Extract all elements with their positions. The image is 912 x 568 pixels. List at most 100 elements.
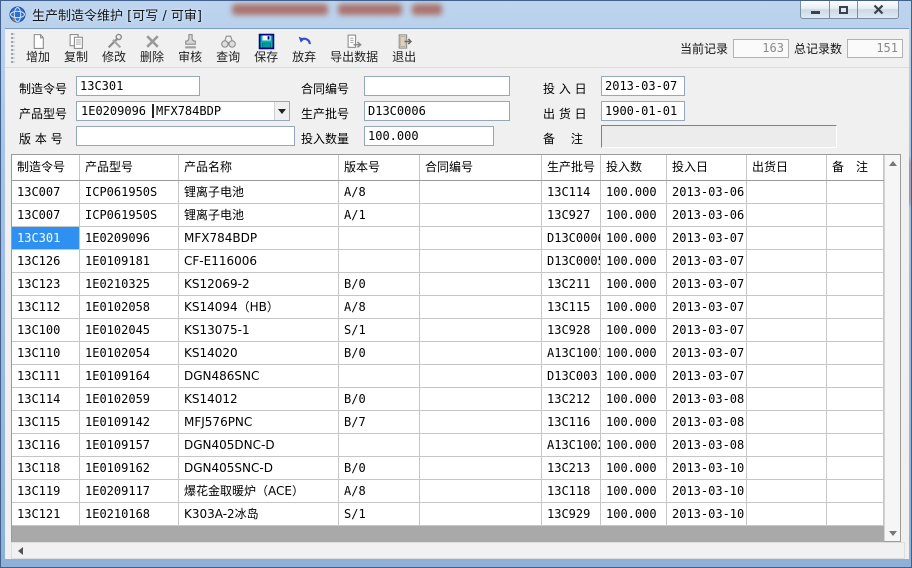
grid-cell[interactable] bbox=[420, 388, 542, 410]
grid-cell[interactable] bbox=[747, 296, 827, 318]
toolbar-grip[interactable] bbox=[11, 33, 15, 63]
grid-cell[interactable] bbox=[339, 227, 420, 249]
grid-cell[interactable] bbox=[827, 480, 884, 502]
grid-cell[interactable]: D13C0005 bbox=[542, 250, 601, 272]
grid-cell[interactable] bbox=[747, 204, 827, 226]
grid-cell[interactable] bbox=[339, 250, 420, 272]
grid-cell[interactable] bbox=[339, 434, 420, 456]
grid-cell[interactable]: A/8 bbox=[339, 181, 420, 203]
grid-cell[interactable]: 13C116 bbox=[12, 434, 80, 456]
grid-cell[interactable]: 13C114 bbox=[542, 181, 601, 203]
remark-input[interactable] bbox=[601, 125, 837, 148]
grid-cell[interactable]: 13C115 bbox=[12, 411, 80, 433]
grid-cell[interactable]: A13C1001 bbox=[542, 342, 601, 364]
grid-cell[interactable] bbox=[827, 503, 884, 525]
grid-cell[interactable] bbox=[420, 250, 542, 272]
grid-cell[interactable] bbox=[747, 365, 827, 387]
grid-cell[interactable]: S/1 bbox=[339, 319, 420, 341]
grid-cell[interactable] bbox=[747, 250, 827, 272]
grid-cell[interactable]: 13C100 bbox=[12, 319, 80, 341]
product-model-dropdown-arrow[interactable] bbox=[274, 102, 289, 120]
grid-cell[interactable]: 2013-03-06 bbox=[667, 181, 747, 203]
grid-cell[interactable]: 爆花金取暖炉（ACE） bbox=[179, 480, 339, 502]
grid-cell[interactable]: 2013-03-07 bbox=[667, 250, 747, 272]
grid-cell[interactable] bbox=[827, 388, 884, 410]
grid-cell[interactable]: 1E0109181 bbox=[80, 250, 179, 272]
grid-cell[interactable]: CF-E116006 bbox=[179, 250, 339, 272]
grid-cell[interactable]: 2013-03-08 bbox=[667, 434, 747, 456]
grid-cell[interactable]: A/8 bbox=[339, 296, 420, 318]
grid-cell[interactable] bbox=[420, 434, 542, 456]
scroll-up-button[interactable] bbox=[885, 155, 900, 171]
grid-cell[interactable]: 2013-03-07 bbox=[667, 273, 747, 295]
product-model-combo[interactable]: 1E0209096 MFX784BDP bbox=[76, 101, 290, 121]
grid-cell[interactable] bbox=[827, 411, 884, 433]
grid-cell[interactable]: KS13075-1 bbox=[179, 319, 339, 341]
grid-cell[interactable]: 100.000 bbox=[601, 480, 667, 502]
grid-cell[interactable] bbox=[827, 273, 884, 295]
qty-input[interactable] bbox=[364, 126, 494, 146]
save-button[interactable]: 保存 bbox=[247, 31, 285, 66]
grid-cell[interactable] bbox=[747, 480, 827, 502]
grid-cell[interactable] bbox=[747, 434, 827, 456]
grid-cell[interactable]: DGN405SNC-D bbox=[179, 457, 339, 479]
grid-cell[interactable]: ICP061950S bbox=[80, 181, 179, 203]
grid-cell[interactable]: 13C928 bbox=[542, 319, 601, 341]
grid-cell[interactable] bbox=[747, 457, 827, 479]
grid-cell[interactable]: 100.000 bbox=[601, 457, 667, 479]
grid-cell[interactable]: 2013-03-07 bbox=[667, 319, 747, 341]
grid-cell[interactable]: S/1 bbox=[339, 503, 420, 525]
grid-cell[interactable]: 100.000 bbox=[601, 181, 667, 203]
grid-cell[interactable]: 13C007 bbox=[12, 204, 80, 226]
grid-cell[interactable] bbox=[420, 365, 542, 387]
grid-cell[interactable]: KS12069-2 bbox=[179, 273, 339, 295]
grid-cell[interactable]: KS14094（HB） bbox=[179, 296, 339, 318]
grid-cell[interactable]: A13C1002 bbox=[542, 434, 601, 456]
column-header[interactable]: 版本号 bbox=[339, 155, 420, 180]
grid-cell[interactable]: B/0 bbox=[339, 273, 420, 295]
grid-cell[interactable] bbox=[420, 296, 542, 318]
grid-cell[interactable]: K303A-2冰岛 bbox=[179, 503, 339, 525]
grid-cell[interactable]: 锂离子电池 bbox=[179, 181, 339, 203]
grid-cell[interactable] bbox=[747, 273, 827, 295]
grid-cell[interactable]: B/0 bbox=[339, 457, 420, 479]
grid-cell[interactable]: 1E0210168 bbox=[80, 503, 179, 525]
grid-cell[interactable] bbox=[420, 181, 542, 203]
grid-cell[interactable]: 2013-03-08 bbox=[667, 411, 747, 433]
grid-cell[interactable]: 2013-03-08 bbox=[667, 388, 747, 410]
grid-cell[interactable] bbox=[747, 503, 827, 525]
scroll-down-button[interactable] bbox=[885, 525, 900, 541]
grid-cell[interactable]: 13C212 bbox=[542, 388, 601, 410]
grid-cell[interactable]: 100.000 bbox=[601, 365, 667, 387]
grid-cell[interactable]: 100.000 bbox=[601, 388, 667, 410]
grid-cell[interactable]: 13C126 bbox=[12, 250, 80, 272]
column-header[interactable]: 投入日 bbox=[667, 155, 747, 180]
grid-cell[interactable]: 100.000 bbox=[601, 250, 667, 272]
grid-cell[interactable] bbox=[827, 204, 884, 226]
grid-cell[interactable]: 100.000 bbox=[601, 411, 667, 433]
grid-cell[interactable] bbox=[420, 457, 542, 479]
grid-cell[interactable]: 100.000 bbox=[601, 503, 667, 525]
close-button[interactable] bbox=[857, 1, 899, 19]
grid-cell[interactable]: 2013-03-07 bbox=[667, 296, 747, 318]
grid-cell[interactable]: 锂离子电池 bbox=[179, 204, 339, 226]
grid-cell[interactable] bbox=[747, 411, 827, 433]
grid-cell[interactable]: KS14020 bbox=[179, 342, 339, 364]
column-header[interactable]: 投入数 bbox=[601, 155, 667, 180]
grid-cell[interactable]: 13C929 bbox=[542, 503, 601, 525]
grid-cell[interactable] bbox=[827, 227, 884, 249]
grid-cell[interactable] bbox=[827, 365, 884, 387]
grid-cell[interactable] bbox=[747, 227, 827, 249]
grid-cell[interactable]: DGN405DNC-D bbox=[179, 434, 339, 456]
grid-cell[interactable]: 100.000 bbox=[601, 319, 667, 341]
grid-cell[interactable] bbox=[339, 365, 420, 387]
grid-cell[interactable]: 100.000 bbox=[601, 342, 667, 364]
column-header[interactable]: 制造令号 bbox=[12, 155, 80, 180]
grid-cell[interactable] bbox=[827, 434, 884, 456]
grid-cell[interactable]: B/0 bbox=[339, 342, 420, 364]
mfg-order-input[interactable] bbox=[76, 76, 200, 96]
grid-cell[interactable] bbox=[420, 227, 542, 249]
grid-cell[interactable]: 13C115 bbox=[542, 296, 601, 318]
maximize-button[interactable] bbox=[829, 1, 858, 19]
grid-cell[interactable]: MFJ576PNC bbox=[179, 411, 339, 433]
